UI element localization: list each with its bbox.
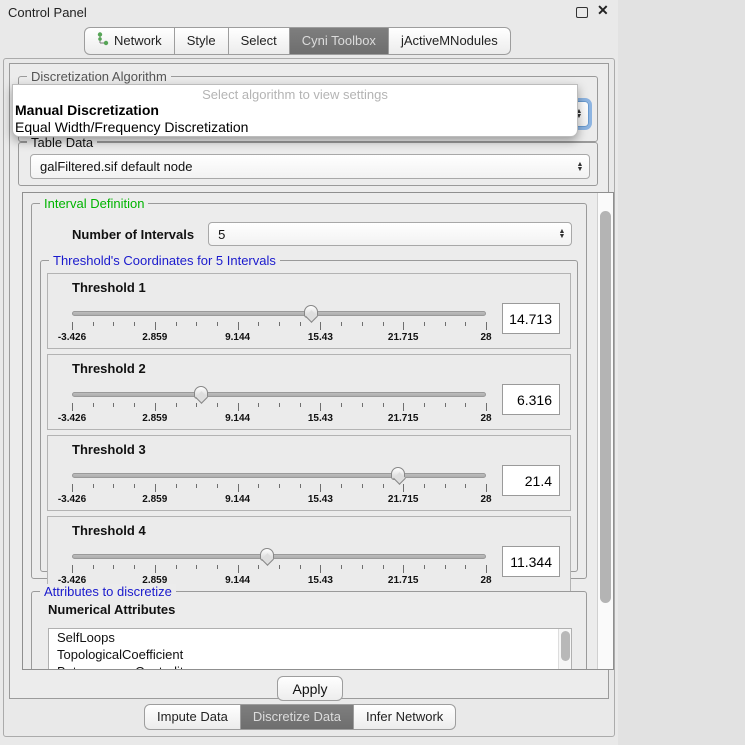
tab-select[interactable]: Select	[229, 27, 290, 55]
settings-scrollbar[interactable]	[597, 193, 613, 669]
control-panel: Control Panel ✕ Network Style Select Cyn…	[0, 0, 618, 745]
group-title: Discretization Algorithm	[27, 69, 171, 84]
tab-jactivemnodules[interactable]: jActiveMNodules	[389, 27, 511, 55]
tab-label: Discretize Data	[253, 709, 341, 724]
slider-scale-labels: -3.4262.8599.14415.4321.71528	[72, 413, 486, 425]
right-region: GAL80 GA GAL11 C GAL4 GCY1 H HAP2 Table …	[618, 0, 745, 745]
combo-value: 5	[209, 227, 555, 242]
tab-network[interactable]: Network	[84, 27, 175, 55]
threshold-value-field[interactable]	[502, 546, 560, 577]
float-icon[interactable]	[576, 7, 588, 18]
group-title: Attributes to discretize	[40, 584, 176, 599]
slider-track[interactable]	[72, 392, 486, 397]
threshold-label: Threshold 3	[72, 442, 560, 457]
tab-cyni-toolbox[interactable]: Cyni Toolbox	[290, 27, 389, 55]
network-icon	[97, 32, 109, 49]
slider-ticks	[72, 322, 486, 331]
list-item[interactable]: SelfLoops	[49, 629, 571, 646]
close-icon[interactable]: ✕	[597, 2, 609, 19]
tab-label: Impute Data	[157, 709, 228, 724]
slider-ticks	[72, 403, 486, 412]
slider-thumb[interactable]	[304, 305, 318, 318]
threshold-value-field[interactable]	[502, 465, 560, 496]
algorithm-hint-text: Select algorithm to view settings	[13, 85, 577, 102]
tab-label: Cyni Toolbox	[302, 33, 376, 48]
control-panel-titlebar: Control Panel ✕	[0, 0, 618, 24]
list-item[interactable]: TopologicalCoefficient	[49, 646, 571, 663]
slider-thumb[interactable]	[260, 548, 274, 561]
number-of-intervals-label: Number of Intervals	[72, 227, 194, 242]
menu-item-manual-discretization[interactable]: Manual Discretization	[13, 102, 577, 119]
threshold-value-field[interactable]	[502, 303, 560, 334]
numerical-attributes-label: Numerical Attributes	[48, 602, 175, 617]
numerical-attributes-list: SelfLoops TopologicalCoefficient Between…	[48, 628, 572, 670]
algorithm-dropdown-popup: Select algorithm to view settings Manual…	[12, 84, 578, 137]
slider-scale-labels: -3.4262.8599.14415.4321.71528	[72, 332, 486, 344]
cyni-outer-panel: Discretization Algorithm ▲▼ Table Data g…	[3, 58, 615, 737]
threshold-label: Threshold 4	[72, 523, 560, 538]
threshold-label: Threshold 1	[72, 280, 560, 295]
threshold-panel: Threshold 4 -3.4262.8599.14415.4321.7152…	[47, 516, 571, 592]
panel-title: Control Panel	[8, 5, 87, 20]
table-data-group: Table Data galFiltered.sif default node …	[18, 142, 598, 186]
slider-track[interactable]	[72, 311, 486, 316]
menu-item-equal-width-frequency[interactable]: Equal Width/Frequency Discretization	[13, 119, 577, 136]
stepper-arrows-icon: ▲▼	[555, 229, 571, 239]
threshold-panel: Threshold 1 -3.4262.8599.14415.4321.7152…	[47, 273, 571, 349]
tab-discretize-data[interactable]: Discretize Data	[241, 704, 354, 730]
slider-ticks	[72, 565, 486, 574]
tab-style[interactable]: Style	[175, 27, 229, 55]
tab-label: jActiveMNodules	[401, 33, 498, 48]
number-of-intervals-combo[interactable]: 5 ▲▼	[208, 222, 572, 246]
apply-button[interactable]: Apply	[277, 676, 343, 701]
slider-track[interactable]	[72, 473, 486, 478]
tab-infer-network[interactable]: Infer Network	[354, 704, 456, 730]
attributes-group: Attributes to discretize Numerical Attri…	[31, 591, 587, 670]
slider-scale-labels: -3.4262.8599.14415.4321.71528	[72, 494, 486, 506]
group-title: Threshold's Coordinates for 5 Intervals	[49, 253, 280, 268]
combo-value: galFiltered.sif default node	[31, 159, 573, 174]
settings-scroll-pane: Interval Definition Number of Intervals …	[22, 192, 614, 670]
top-tab-bar: Network Style Select Cyni Toolbox jActiv…	[84, 27, 511, 55]
slider-ticks	[72, 484, 486, 493]
tab-label: Infer Network	[366, 709, 443, 724]
slider-thumb[interactable]	[194, 386, 208, 399]
slider-thumb[interactable]	[391, 467, 405, 480]
group-title: Interval Definition	[40, 196, 148, 211]
list-scrollbar[interactable]	[558, 629, 571, 670]
discretize-settings-panel: Discretization Algorithm ▲▼ Table Data g…	[9, 63, 609, 699]
tab-label: Select	[241, 33, 277, 48]
table-data-combo[interactable]: galFiltered.sif default node ▲▼	[30, 154, 590, 179]
threshold-panel: Threshold 3 -3.4262.8599.14415.4321.7152…	[47, 435, 571, 511]
stepper-arrows-icon: ▲▼	[573, 162, 589, 172]
slider-track[interactable]	[72, 554, 486, 559]
list-item[interactable]: BetweennessCentrality	[49, 663, 571, 670]
tab-label: Style	[187, 33, 216, 48]
thresholds-group: Threshold's Coordinates for 5 Intervals …	[40, 260, 578, 572]
tab-impute-data[interactable]: Impute Data	[144, 704, 241, 730]
threshold-panel: Threshold 2 -3.4262.8599.14415.4321.7152…	[47, 354, 571, 430]
threshold-value-field[interactable]	[502, 384, 560, 415]
bottom-tab-bar: Impute Data Discretize Data Infer Networ…	[144, 704, 456, 730]
group-title: Table Data	[27, 135, 97, 150]
threshold-label: Threshold 2	[72, 361, 560, 376]
interval-definition-group: Interval Definition Number of Intervals …	[31, 203, 587, 579]
tab-label: Network	[114, 33, 162, 48]
